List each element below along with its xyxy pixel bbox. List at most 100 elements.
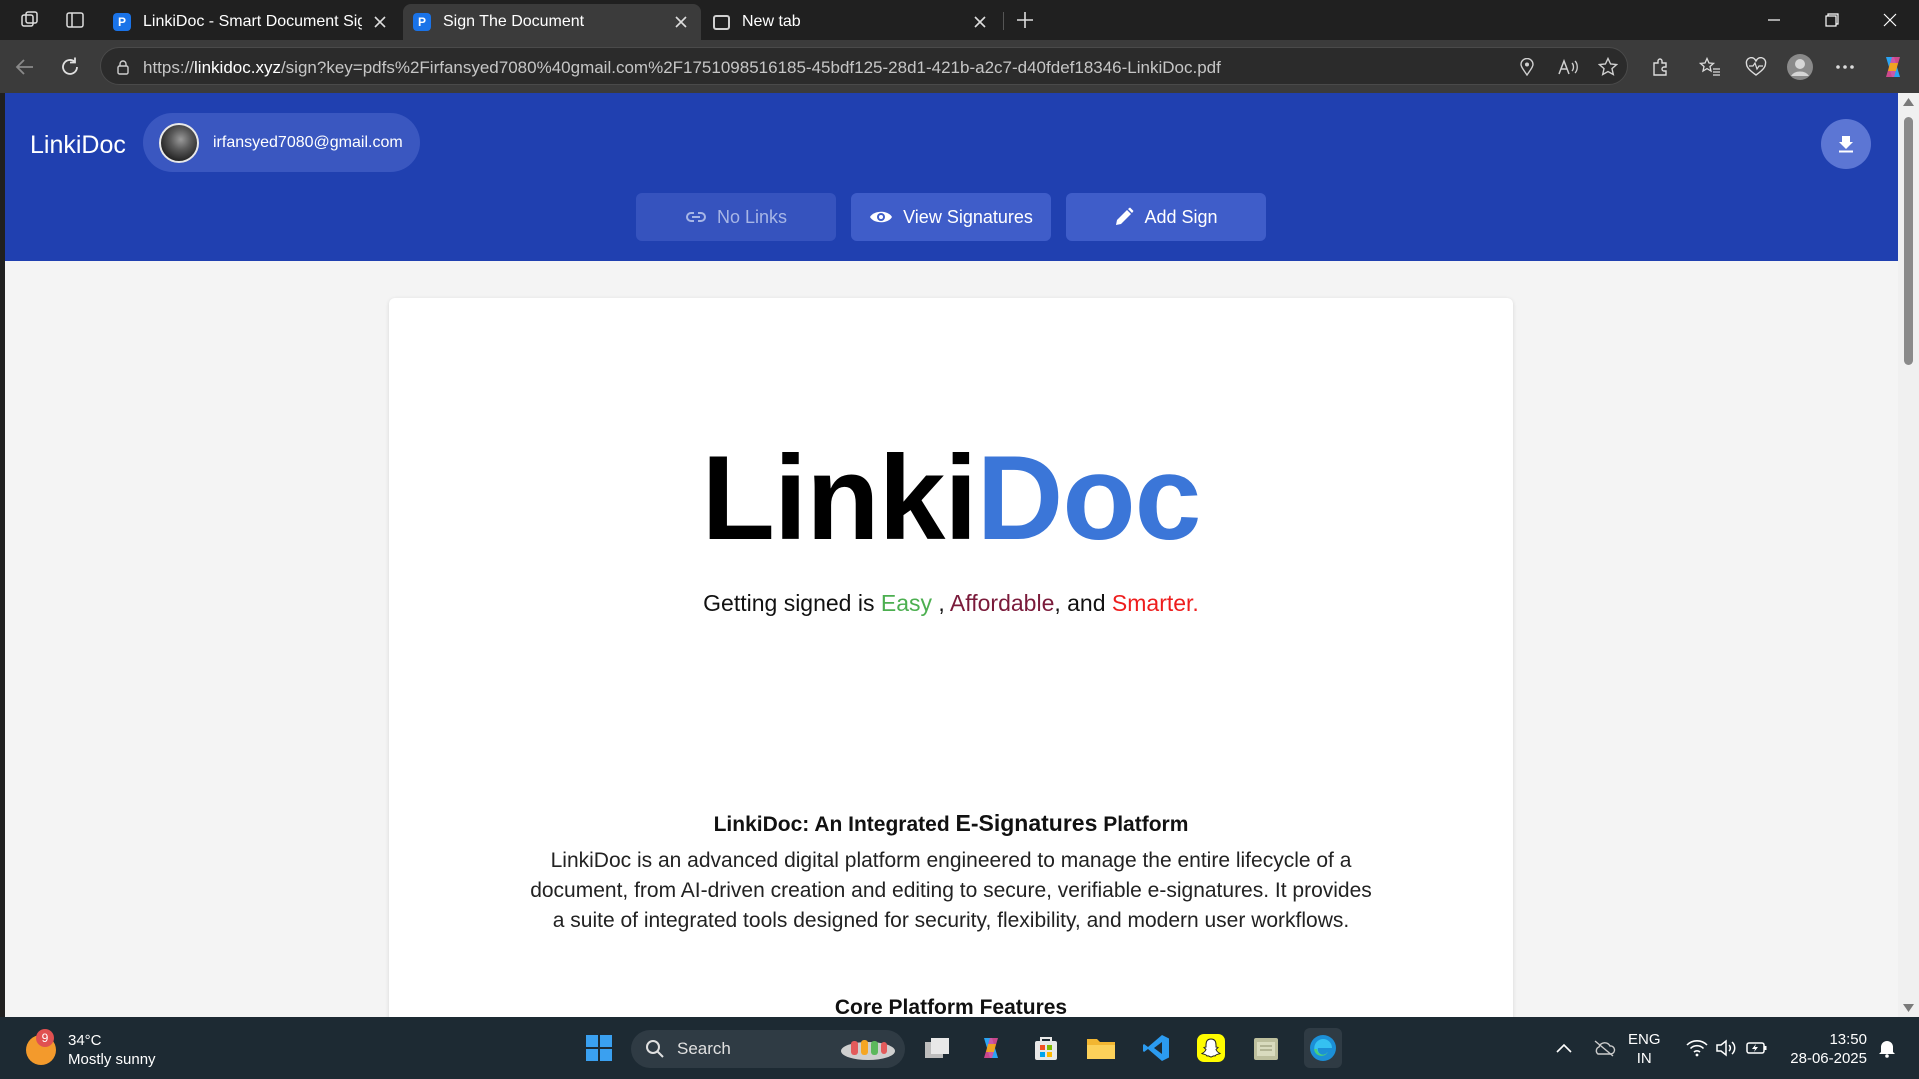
url-path: /sign?key=pdfs%2Firfansyed7080%40gmail.c… bbox=[280, 58, 1221, 77]
scroll-up-icon[interactable] bbox=[1903, 98, 1914, 106]
page-scrollbar[interactable] bbox=[1898, 93, 1919, 1017]
microsoft-store-icon[interactable] bbox=[1029, 1031, 1063, 1065]
clock[interactable]: 13:50 28-06-2025 bbox=[1783, 1030, 1867, 1068]
eye-icon bbox=[870, 211, 893, 223]
tagline-affordable: Affordable bbox=[949, 590, 1055, 616]
page-viewport: LinkiDoc irfansyed7080@gmail.com No Link… bbox=[5, 93, 1898, 1017]
favorites-icon[interactable] bbox=[1695, 52, 1725, 82]
snapchat-icon[interactable] bbox=[1194, 1031, 1228, 1065]
language-indicator[interactable]: ENG IN bbox=[1628, 1030, 1661, 1068]
vscode-icon[interactable] bbox=[1139, 1031, 1173, 1065]
onedrive-offline-icon[interactable] bbox=[1590, 1035, 1618, 1061]
new-tab-plus-icon[interactable] bbox=[1010, 6, 1040, 34]
section-heading: LinkiDoc: An Integrated E-Signatures Pla… bbox=[389, 810, 1513, 837]
favorite-star-icon[interactable] bbox=[1596, 57, 1620, 77]
clock-time: 13:50 bbox=[1829, 1031, 1867, 1048]
newtab-icon bbox=[713, 14, 730, 30]
weather-condition: Mostly sunny bbox=[68, 1051, 156, 1068]
document-logo: LinkiDoc bbox=[389, 438, 1513, 558]
logo-part-doc: Doc bbox=[976, 431, 1202, 565]
tagline-prefix: Getting signed is bbox=[703, 590, 881, 616]
section-heading-part: Platform bbox=[1097, 813, 1189, 836]
section-heading-part: LinkiDoc: An Integrated bbox=[713, 813, 956, 836]
notifications-bell-icon[interactable] bbox=[1873, 1035, 1901, 1061]
more-options-icon[interactable] bbox=[1830, 52, 1860, 82]
brand-name[interactable]: LinkiDoc bbox=[30, 131, 126, 160]
sun-icon: 9 bbox=[26, 1029, 56, 1065]
features-heading: Core Platform Features bbox=[834, 996, 1068, 1017]
search-icon bbox=[646, 1040, 664, 1058]
show-hidden-icons[interactable] bbox=[1550, 1035, 1578, 1061]
browser-essentials-icon[interactable] bbox=[1741, 52, 1771, 82]
language-code: ENG bbox=[1628, 1031, 1661, 1048]
restore-icon[interactable] bbox=[1803, 0, 1861, 40]
taskbar-search[interactable]: Search bbox=[631, 1030, 905, 1068]
no-links-label: No Links bbox=[716, 206, 788, 227]
profile-avatar-icon[interactable] bbox=[1785, 52, 1815, 82]
wifi-icon[interactable] bbox=[1683, 1035, 1711, 1061]
tab-title: LinkiDoc - Smart Document Signi bbox=[143, 13, 362, 30]
tagline-separator: , and bbox=[1054, 590, 1112, 616]
tab-new-tab[interactable]: New tab bbox=[703, 4, 1000, 40]
view-signatures-label: View Signatures bbox=[903, 206, 1033, 227]
download-button[interactable] bbox=[1821, 119, 1871, 169]
document-tagline: Getting signed is Easy , Affordable, and… bbox=[389, 590, 1513, 617]
tagline-easy: Easy bbox=[880, 590, 933, 616]
notepad-icon[interactable] bbox=[1249, 1031, 1283, 1065]
close-tab-icon[interactable] bbox=[370, 12, 390, 32]
tab-title: Sign The Document bbox=[443, 13, 585, 30]
read-aloud-icon[interactable] bbox=[1555, 57, 1581, 77]
section-heading-part: E-Signatures bbox=[955, 810, 1098, 836]
user-email: irfansyed7080@gmail.com bbox=[213, 133, 403, 151]
scroll-thumb[interactable] bbox=[1904, 117, 1913, 365]
scroll-down-icon[interactable] bbox=[1903, 1004, 1914, 1012]
logo-part-linki: Linki bbox=[701, 431, 978, 565]
add-sign-button[interactable]: Add Sign bbox=[1066, 193, 1266, 241]
file-explorer-icon[interactable] bbox=[1084, 1031, 1118, 1065]
tab-divider bbox=[1003, 12, 1004, 30]
avatar bbox=[159, 122, 199, 163]
battery-icon[interactable] bbox=[1743, 1035, 1771, 1061]
url-host: linkidoc.xyz bbox=[194, 58, 281, 77]
no-links-button[interactable]: No Links bbox=[636, 193, 836, 241]
refresh-icon[interactable] bbox=[53, 50, 87, 84]
task-view-icon[interactable] bbox=[920, 1031, 954, 1065]
browser-tab-strip: P LinkiDoc - Smart Document Signi P Sign… bbox=[0, 0, 1919, 40]
close-tab-icon[interactable] bbox=[671, 12, 691, 32]
edge-browser-icon[interactable] bbox=[1304, 1028, 1342, 1068]
linkidoc-favicon: P bbox=[113, 13, 131, 31]
copilot-icon[interactable] bbox=[1878, 52, 1908, 82]
weather-badge: 9 bbox=[36, 1029, 54, 1047]
close-window-icon[interactable] bbox=[1861, 0, 1919, 40]
close-tab-icon[interactable] bbox=[970, 12, 990, 32]
back-icon[interactable] bbox=[8, 50, 42, 84]
temperature: 34°C bbox=[68, 1032, 102, 1049]
address-bar[interactable]: https://linkidoc.xyz/sign?key=pdfs%2Firf… bbox=[100, 47, 1628, 85]
volume-icon[interactable] bbox=[1713, 1035, 1741, 1061]
tab-sign-document[interactable]: P Sign The Document bbox=[403, 4, 701, 40]
app-header: LinkiDoc irfansyed7080@gmail.com No Link… bbox=[5, 93, 1898, 261]
clock-date: 28-06-2025 bbox=[1790, 1050, 1867, 1067]
weather-widget[interactable]: 9 34°C Mostly sunny bbox=[26, 1029, 156, 1069]
workspaces-icon[interactable] bbox=[15, 6, 45, 34]
windows-taskbar: 9 34°C Mostly sunny Search ENG IN 13:50 … bbox=[0, 1017, 1919, 1079]
tagline-smarter: Smarter. bbox=[1111, 590, 1199, 616]
windows-start-icon[interactable] bbox=[582, 1031, 616, 1065]
search-highlight-icon bbox=[841, 1040, 895, 1060]
copilot-app-icon[interactable] bbox=[974, 1031, 1008, 1065]
view-signatures-button[interactable]: View Signatures bbox=[851, 193, 1051, 241]
browser-toolbar: https://linkidoc.xyz/sign?key=pdfs%2Firf… bbox=[0, 40, 1919, 93]
location-icon[interactable] bbox=[1517, 57, 1537, 77]
site-info-lock-icon[interactable] bbox=[113, 57, 133, 77]
extensions-icon[interactable] bbox=[1645, 52, 1675, 82]
pencil-icon bbox=[1116, 207, 1134, 225]
tab-linkidoc-home[interactable]: P LinkiDoc - Smart Document Signi bbox=[103, 4, 400, 40]
intro-paragraph: LinkiDoc is an advanced digital platform… bbox=[530, 849, 1372, 932]
linkidoc-favicon: P bbox=[413, 13, 431, 31]
vertical-tabs-icon[interactable] bbox=[60, 6, 90, 34]
tab-title: New tab bbox=[742, 13, 801, 30]
minimize-icon[interactable] bbox=[1745, 0, 1803, 40]
add-sign-label: Add Sign bbox=[1144, 206, 1218, 227]
user-chip[interactable]: irfansyed7080@gmail.com bbox=[143, 113, 420, 172]
weather-text: 34°C Mostly sunny bbox=[68, 1031, 156, 1069]
